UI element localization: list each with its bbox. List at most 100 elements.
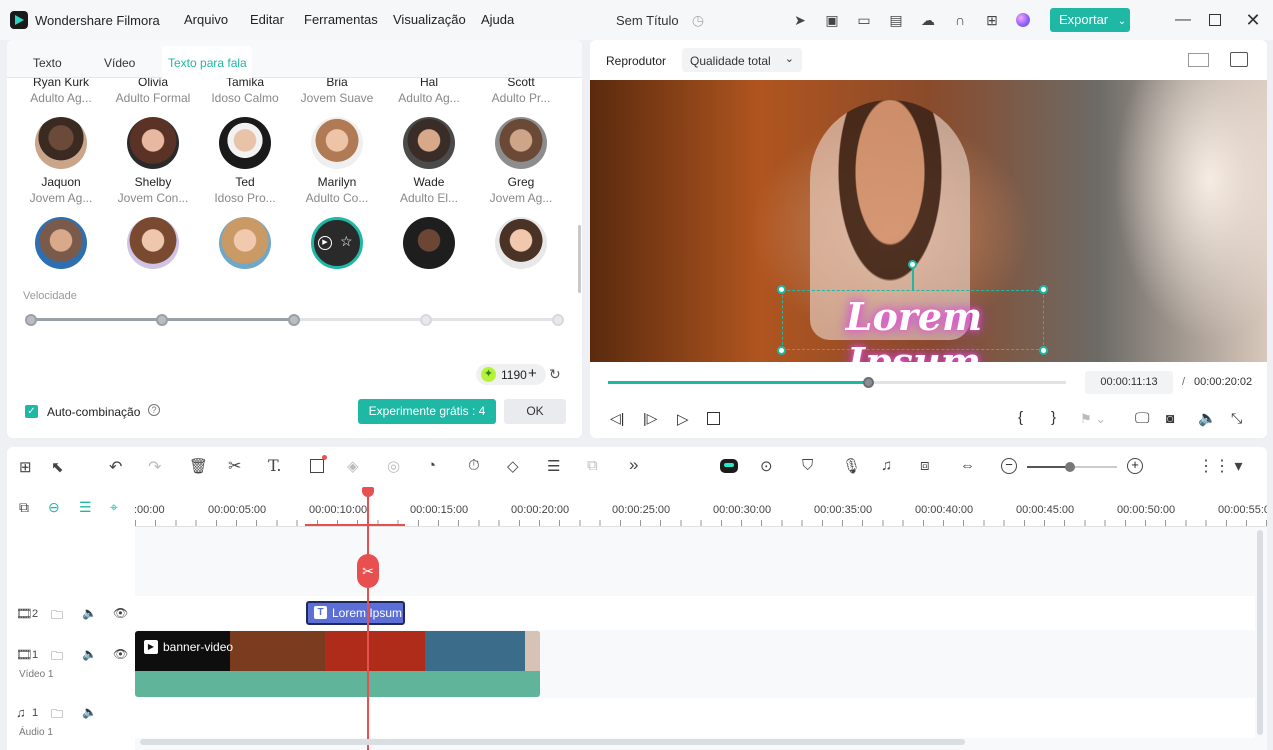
play-icon[interactable]: ▶ [318,236,332,250]
star-icon[interactable]: ☆ [340,233,353,250]
voice-avatar[interactable] [219,217,271,269]
video-preview[interactable]: Lorem Ipsum [590,80,1267,362]
quality-select[interactable]: Qualidade total ⌄ [682,48,802,72]
speaker-icon[interactable]: 🔈 [82,705,97,719]
marker-menu-icon[interactable]: ⚑ ⌄ [1080,411,1106,427]
timeline-h-scrollbar[interactable] [140,739,965,745]
speed-step[interactable] [156,314,168,326]
video-clip[interactable]: ▶ banner-video [135,631,540,697]
cut-icon[interactable]: ✂ [228,456,241,476]
playback-progress-handle[interactable] [863,377,875,388]
redo-icon[interactable]: ↷ [148,457,161,477]
voice-name[interactable]: Shelby [108,175,198,189]
voice-name[interactable]: Jaquon [16,175,106,189]
speed-step[interactable] [25,314,37,326]
lock-icon[interactable]: 🗀 [51,705,63,726]
undo-icon[interactable]: ↶ [109,457,122,477]
delete-icon[interactable]: 🗑 [189,457,208,475]
voice-avatar[interactable] [311,117,363,169]
stop-icon[interactable] [707,412,720,425]
ok-button[interactable]: OK [504,399,566,424]
text-tool-icon[interactable]: T. [268,456,281,475]
maximize-icon[interactable] [1209,14,1221,26]
close-icon[interactable]: ✕ [1243,10,1263,30]
voice-name[interactable]: Marilyn [292,175,382,189]
speed-step[interactable] [288,314,300,326]
try-free-button[interactable]: Experimente grátis : 4 [358,399,496,424]
voice-avatar[interactable] [495,117,547,169]
crop-icon[interactable] [310,459,324,473]
voice-name[interactable]: Ryan Kurk [16,78,106,89]
voice-name[interactable]: Scott [476,78,565,89]
ai-robot-icon[interactable] [720,459,738,473]
view-options-icon[interactable]: ⋮⋮ ▾ [1198,456,1242,476]
layout-icon[interactable]: ▭ [854,10,874,30]
text-clip[interactable]: T Lorem Ipsum [306,601,405,625]
menu-arquivo[interactable]: Arquivo [184,12,228,27]
display-icon[interactable]: 🖵 [1135,410,1149,427]
microphone-icon[interactable]: 🎙 [842,457,861,475]
mark-in-icon[interactable]: { [1018,409,1023,426]
current-time-box[interactable]: 00:00:11:13 [1085,371,1173,394]
voice-avatar[interactable] [35,117,87,169]
timer-icon[interactable]: ⏱ [468,457,480,474]
add-track-icon[interactable]: ⧉ [19,499,29,516]
eye-icon[interactable]: 👁 [113,647,128,661]
render-icon[interactable]: ⊙ [760,457,773,475]
adjust-icon[interactable]: ☰ [547,457,560,475]
voice-name[interactable]: Olivia [108,78,198,89]
export-button[interactable]: Exportar ⌄ [1050,8,1130,32]
zoom-slider-handle[interactable] [1065,462,1075,472]
keyframe-icon[interactable]: ◇ [507,457,519,475]
menu-visualizacao[interactable]: Visualização [393,12,466,27]
apps-grid-icon[interactable]: ⊞ [982,10,1002,30]
handle-top-left[interactable] [777,285,786,294]
layout-icon[interactable]: ⊞ [19,458,32,476]
rotate-handle[interactable] [908,260,917,269]
eye-icon[interactable]: 👁 [113,606,128,620]
voice-avatar[interactable] [127,217,179,269]
speed-step[interactable] [420,314,432,326]
timeline-v-scrollbar[interactable] [1257,530,1263,735]
send-icon[interactable]: ➤ [790,10,810,30]
magnet-icon[interactable]: ⌖ [110,499,118,516]
save-icon[interactable]: ▤ [886,10,906,30]
menu-editar[interactable]: Editar [250,12,284,27]
music-list-icon[interactable]: ♫ [881,457,892,474]
split-scissors-icon[interactable]: ✂ [357,554,379,588]
zoom-out-icon[interactable]: − [1001,458,1017,474]
minimize-icon[interactable]: — [1173,10,1193,30]
voice-avatar[interactable] [495,217,547,269]
cloud-upload-icon[interactable]: ☁ [918,10,938,30]
mark-out-icon[interactable]: } [1051,409,1056,426]
grid-view-icon[interactable] [1188,53,1209,67]
voice-name[interactable]: Greg [476,175,566,189]
voice-avatar[interactable] [35,217,87,269]
auto-match-checkbox[interactable]: ✓ [25,405,38,418]
tab-texto[interactable]: Texto [33,56,62,70]
voice-list-scrollbar[interactable] [578,225,581,293]
refresh-icon[interactable]: ↻ [549,366,561,383]
camera-icon[interactable]: ◙ [1166,410,1174,426]
play-icon[interactable]: ▷ [677,410,689,428]
speed-step[interactable] [552,314,564,326]
mask-icon[interactable]: ◈ [347,457,359,475]
handle-top-right[interactable] [1039,285,1048,294]
voice-name[interactable]: Wade [384,175,474,189]
fit-timeline-icon[interactable]: ⇔ [960,457,975,474]
zoom-in-icon[interactable]: + [1127,458,1143,474]
more-tools-icon[interactable]: » [629,455,638,475]
menu-ajuda[interactable]: Ajuda [481,12,514,27]
audio-detach-icon[interactable]: ⧉ [587,457,598,474]
voice-avatar[interactable] [219,117,271,169]
voice-name[interactable]: Hal [384,78,474,89]
tab-video[interactable]: Vídeo [104,56,135,70]
fullscreen-icon[interactable]: ⤡ [1231,410,1242,427]
snapshot-icon[interactable]: ⧈ [920,457,930,474]
speed-icon[interactable]: ◔ [427,457,436,474]
lock-icon[interactable]: 🗀 [51,606,63,627]
voice-avatar[interactable] [403,217,455,269]
tab-texto-para-fala[interactable]: Texto para fala [168,56,247,70]
color-icon[interactable]: ◎ [387,457,400,475]
snapshot-view-icon[interactable] [1230,52,1248,67]
